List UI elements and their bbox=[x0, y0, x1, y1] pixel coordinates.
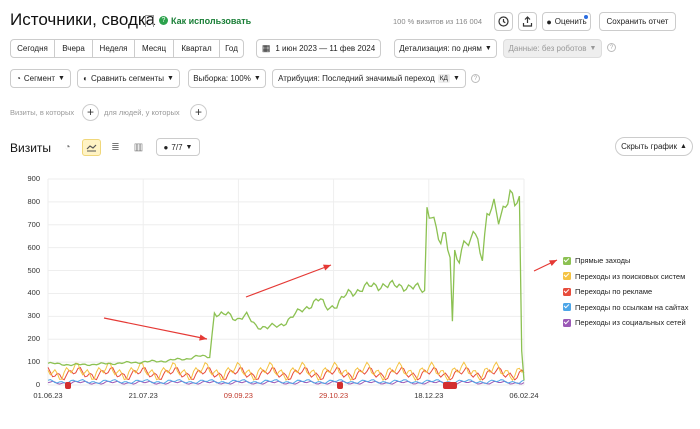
legend-label: Переходы из поисковых систем bbox=[575, 271, 686, 281]
legend-item[interactable]: Переходы из социальных сетей bbox=[563, 315, 688, 331]
legend-item[interactable]: Переходы по ссылкам на сайтах bbox=[563, 300, 688, 316]
checkbox-icon[interactable] bbox=[563, 318, 571, 327]
event-marker bbox=[443, 382, 457, 389]
legend-label: Переходы по рекламе bbox=[575, 287, 653, 297]
checkbox-icon[interactable] bbox=[563, 287, 571, 296]
checkbox-icon[interactable] bbox=[563, 256, 571, 265]
chart-legend: Прямые заходы Переходы из поисковых систе… bbox=[563, 253, 688, 331]
legend-label: Прямые заходы bbox=[575, 256, 631, 266]
checkbox-icon[interactable] bbox=[563, 272, 571, 281]
legend-label: Переходы по ссылкам на сайтах bbox=[575, 302, 689, 312]
series-line bbox=[47, 188, 525, 381]
legend-item[interactable]: Переходы по рекламе bbox=[563, 284, 688, 300]
annotation-arrow bbox=[245, 264, 332, 298]
checkbox-icon[interactable] bbox=[563, 303, 571, 312]
event-marker bbox=[65, 382, 71, 389]
arrow-head bbox=[323, 264, 331, 271]
legend-item[interactable]: Прямые заходы bbox=[563, 253, 688, 269]
visits-chart bbox=[47, 178, 558, 389]
annotation-arrow bbox=[103, 317, 208, 340]
legend-label: Переходы из социальных сетей bbox=[575, 318, 686, 328]
event-marker bbox=[337, 382, 343, 389]
legend-item[interactable]: Переходы из поисковых систем bbox=[563, 269, 688, 285]
